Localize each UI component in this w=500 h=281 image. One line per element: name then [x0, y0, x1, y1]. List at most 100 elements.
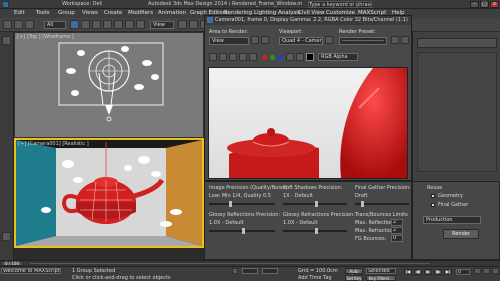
edit-region-icon[interactable] [251, 36, 259, 44]
image-precision-slider[interactable] [209, 201, 275, 207]
red-channel-icon[interactable] [262, 55, 267, 60]
menu-item-tools[interactable]: Tools [36, 10, 50, 17]
window-crossing-icon[interactable] [103, 20, 112, 29]
maxscript-listener[interactable]: Welcome to MAXScript. [1, 268, 61, 274]
lock-selection-icon[interactable] [232, 268, 238, 274]
y-coordinate-field[interactable] [262, 268, 278, 274]
glossy-reflections-value: 1.0X - Default [209, 220, 244, 226]
search-input[interactable]: Type a keyword or phrase [308, 1, 372, 8]
soft-shadows-slider[interactable] [283, 201, 347, 207]
pivot-icon[interactable] [178, 20, 187, 29]
viewport-camera[interactable]: [+] [Camera001] [Realistic ] [14, 138, 204, 248]
file-title: Rendered_Frame_Window.max [232, 1, 302, 7]
reuse-label: Reuse [427, 185, 443, 191]
rotate-icon[interactable] [125, 20, 134, 29]
save-image-icon[interactable] [209, 53, 217, 61]
current-frame-field[interactable]: 0 [456, 269, 470, 275]
menu-item-create[interactable]: Create [104, 10, 122, 17]
key-filters-button[interactable]: Key Filters... [366, 275, 396, 281]
maximize-icon[interactable]: □ [480, 1, 489, 8]
region-select-icon[interactable] [92, 20, 101, 29]
close-icon[interactable]: x [490, 1, 499, 8]
display-channel-dropdown[interactable]: RGB Alpha [318, 53, 358, 61]
area-to-render-dropdown[interactable]: View [209, 37, 249, 45]
swatch-color[interactable] [306, 53, 314, 61]
render-button[interactable]: Render [443, 229, 479, 239]
soft-shadows-slider-knob[interactable] [315, 201, 318, 207]
final-gather-slider[interactable] [355, 201, 409, 207]
clear-icon[interactable] [249, 53, 257, 61]
move-icon[interactable] [114, 20, 123, 29]
next-frame-icon[interactable]: |▶ [434, 269, 442, 275]
select-by-name-icon[interactable] [81, 20, 90, 29]
blue-channel-icon[interactable] [278, 55, 283, 60]
command-panel-tabs[interactable] [417, 38, 497, 48]
monochrome-icon[interactable] [296, 53, 304, 61]
scene-explorer-icon[interactable] [2, 36, 11, 45]
render-setup-icon[interactable] [391, 36, 399, 44]
prompt-hint: Click or click-and-drag to select object… [72, 275, 171, 281]
geometry-checkbox[interactable] [431, 194, 435, 198]
select-object-icon[interactable] [70, 20, 79, 29]
go-to-start-icon[interactable]: |◀ [404, 269, 412, 275]
final-gather-slider-knob[interactable] [361, 201, 364, 207]
link-icon[interactable] [25, 20, 34, 29]
minimize-icon[interactable]: - [470, 1, 479, 8]
soft-shadows-value: 1X - Default [283, 193, 313, 199]
image-precision-slider-knob[interactable] [229, 201, 232, 207]
set-key-button[interactable]: Set Key [345, 275, 363, 281]
environment-effects-icon[interactable] [401, 36, 409, 44]
app-logo-icon[interactable] [2, 1, 9, 8]
alpha-channel-icon[interactable] [286, 53, 294, 61]
redo-icon[interactable] [14, 20, 23, 29]
rendered-image[interactable] [208, 67, 408, 179]
lock-viewport-icon[interactable] [325, 36, 333, 44]
previous-frame-icon[interactable]: ◀| [414, 269, 422, 275]
rendered-frame-window: Camera001, frame 0, Display Gamma: 2.2, … [204, 15, 412, 181]
add-time-tag[interactable]: Add Time Tag [298, 275, 332, 281]
production-dropdown[interactable]: Production [423, 216, 481, 224]
key-mode-dropdown[interactable]: Selected [366, 268, 396, 274]
menu-item-group[interactable]: Group [58, 10, 75, 17]
menu-item-modifiers[interactable]: Modifiers [128, 10, 153, 17]
top-wireframe-scene [58, 42, 164, 122]
viewport-dropdown[interactable]: Quad 4 - Camera001 [279, 37, 323, 45]
copy-image-icon[interactable] [219, 53, 227, 61]
camera-realistic-scene [16, 140, 202, 246]
green-channel-icon[interactable] [270, 55, 275, 60]
max-reflections-spinner[interactable]: 2 [391, 219, 403, 226]
workspace-selector[interactable]: Workspace: Default [62, 1, 102, 8]
reference-coordinate-dropdown[interactable]: View [150, 21, 174, 29]
clone-frame-window-icon[interactable] [229, 53, 237, 61]
auto-region-icon[interactable] [261, 36, 269, 44]
viewport-top[interactable]: [+] [Top ] [Wireframe ] [14, 32, 204, 138]
menu-item-views[interactable]: Views [82, 10, 98, 17]
menu-item-animation[interactable]: Animation [158, 10, 186, 17]
zoom-icon[interactable] [474, 268, 481, 274]
viewport-label-camera[interactable]: [+] [Camera001] [Realistic ] [18, 141, 89, 147]
print-image-icon[interactable] [239, 53, 247, 61]
undo-icon[interactable] [3, 20, 12, 29]
fg-bounces-spinner[interactable]: 0 [391, 235, 403, 242]
menu-item-edit[interactable]: Edit [14, 10, 25, 17]
viewport-layout-icon[interactable] [2, 232, 11, 241]
glossy-refractions-slider-knob[interactable] [315, 228, 318, 234]
render-window-titlebar[interactable]: Camera001, frame 0, Display Gamma: 2.2, … [205, 16, 411, 25]
auto-key-button[interactable]: Auto Key [345, 268, 363, 279]
play-icon[interactable]: ▶ [424, 269, 432, 275]
glossy-refractions-slider[interactable] [283, 228, 347, 234]
go-to-end-icon[interactable]: ▶| [444, 269, 452, 275]
snaps-toggle-icon[interactable] [189, 20, 198, 29]
selection-filter-dropdown[interactable]: All [44, 21, 66, 29]
orbit-icon[interactable] [492, 268, 499, 274]
glossy-reflections-slider[interactable] [209, 228, 275, 234]
pan-icon[interactable] [483, 268, 490, 274]
viewport-label: Viewport: [279, 29, 303, 35]
x-coordinate-field[interactable] [242, 268, 258, 274]
glossy-reflections-slider-knob[interactable] [242, 228, 245, 234]
max-refractions-spinner[interactable]: 2 [391, 227, 403, 234]
timeline-track[interactable] [30, 263, 430, 264]
final-gather-checkbox[interactable] [431, 203, 435, 207]
scale-icon[interactable] [136, 20, 145, 29]
render-preset-dropdown[interactable]: ----------------------- [339, 37, 387, 45]
